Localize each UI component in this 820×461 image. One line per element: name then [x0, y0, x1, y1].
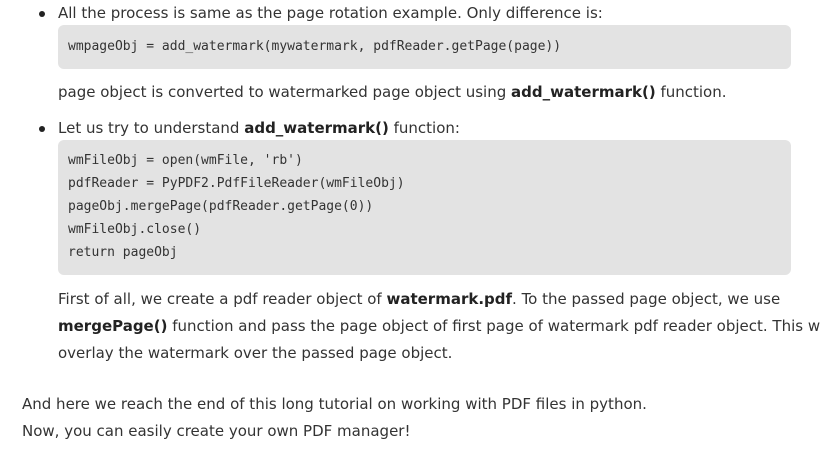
- closing-line: Now, you can easily create your own PDF …: [22, 418, 410, 445]
- closing-text: Now, you can easily create your own PDF …: [22, 422, 411, 440]
- paragraph-line: overlay the watermark over the passed pa…: [58, 340, 452, 367]
- code-line: pageObj.mergePage(pdfReader.getPage(0)): [68, 199, 374, 214]
- code-block: wmFileObj = open(wmFile, 'rb') pdfReader…: [58, 140, 791, 275]
- closing-text: And here we reach the end of this long t…: [22, 395, 647, 413]
- code-block: wmpageObj = add_watermark(mywatermark, p…: [58, 25, 791, 69]
- bullet-text-content: function:: [388, 119, 460, 137]
- function-name: add_watermark(): [511, 83, 656, 101]
- paragraph-text: function.: [655, 83, 727, 101]
- paragraph-text: function and pass the page object of fir…: [167, 317, 820, 335]
- paragraph-line: First of all, we create a pdf reader obj…: [58, 286, 780, 313]
- article-body: All the process is same as the page rota…: [0, 0, 820, 461]
- closing-line: And here we reach the end of this long t…: [22, 391, 647, 418]
- bullet-marker: [39, 126, 45, 132]
- paragraph-text: overlay the watermark over the passed pa…: [58, 344, 453, 362]
- paragraph-text: . To the passed page object, we use: [512, 290, 781, 308]
- code-line: wmpageObj = add_watermark(mywatermark, p…: [68, 39, 562, 54]
- bullet-text-content: All the process is same as the page rota…: [58, 4, 603, 22]
- bullet-text-content: Let us try to understand: [58, 119, 245, 137]
- function-name: add_watermark(): [244, 119, 389, 137]
- paragraph-text: page object is converted to watermarked …: [58, 83, 512, 101]
- code-line: wmFileObj.close(): [68, 222, 202, 237]
- code-line: pdfReader = PyPDF2.PdfFileReader(wmFileO…: [68, 176, 405, 191]
- bullet-text: All the process is same as the page rota…: [58, 0, 603, 27]
- function-name: mergePage(): [58, 317, 168, 335]
- paragraph: page object is converted to watermarked …: [58, 79, 727, 106]
- paragraph-line: mergePage() function and pass the page o…: [58, 313, 820, 340]
- code-line: wmFileObj = open(wmFile, 'rb'): [68, 153, 303, 168]
- code-line: return pageObj: [68, 245, 178, 260]
- file-name: watermark.pdf: [386, 290, 513, 308]
- bullet-marker: [39, 11, 45, 17]
- bullet-text: Let us try to understand add_watermark()…: [58, 115, 460, 142]
- paragraph-text: First of all, we create a pdf reader obj…: [58, 290, 387, 308]
